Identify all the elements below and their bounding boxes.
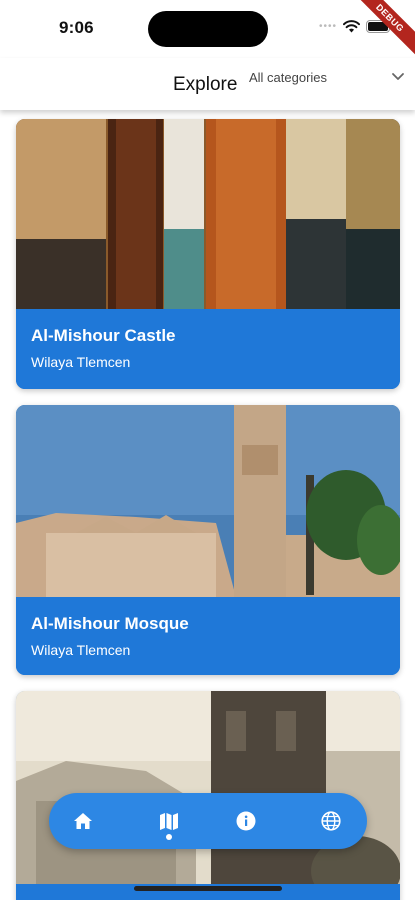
info-icon	[236, 811, 256, 831]
globe-icon	[321, 811, 341, 831]
card-info: Al-Mishour Castle Wilaya Tlemcen	[16, 309, 400, 389]
home-icon	[74, 813, 92, 829]
place-card[interactable]: Al-Mishour Mosque Wilaya Tlemcen	[16, 405, 400, 675]
category-dropdown[interactable]: All categories	[249, 70, 327, 85]
place-location: Wilaya Tlemcen	[31, 642, 131, 658]
status-time: 9:06	[59, 18, 94, 37]
place-location: Wilaya Tlemcen	[31, 354, 131, 370]
place-photo	[16, 405, 400, 597]
place-name: Al-Mishour Castle	[31, 326, 176, 345]
map-icon	[160, 813, 178, 830]
wifi-icon	[343, 20, 360, 33]
nav-item-home[interactable]	[63, 793, 103, 849]
dynamic-island	[148, 11, 268, 47]
app-bar: Explore All categories	[0, 58, 415, 110]
bottom-nav	[49, 793, 367, 849]
page-title: Explore	[173, 74, 238, 95]
place-card[interactable]: Al-Mishour Castle Wilaya Tlemcen	[16, 119, 400, 389]
places-feed[interactable]: Al-Mishour Castle Wilaya Tlemcen Al-Mish…	[0, 110, 415, 900]
card-info: Al-Mishour Mosque Wilaya Tlemcen	[16, 597, 400, 675]
home-indicator	[134, 886, 282, 891]
place-name: Al-Mishour Mosque	[31, 614, 189, 633]
nav-item-info[interactable]	[226, 793, 266, 849]
status-bar: 9:06 •••• DEBUG	[0, 0, 415, 63]
place-photo	[16, 119, 400, 309]
active-indicator	[166, 834, 172, 840]
chevron-down-icon[interactable]	[391, 72, 405, 82]
signal-dots-icon: ••••	[318, 21, 337, 32]
nav-item-language[interactable]	[311, 793, 351, 849]
nav-item-map[interactable]	[149, 793, 189, 849]
